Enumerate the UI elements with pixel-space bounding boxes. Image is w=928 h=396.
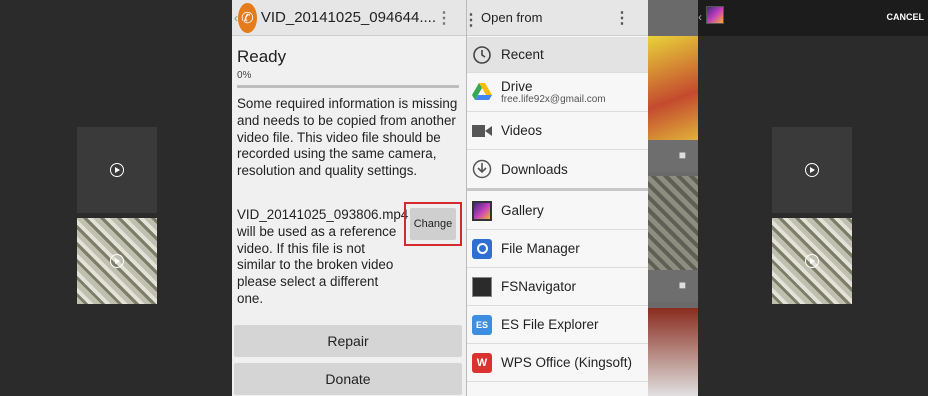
gallery-icon [471, 200, 493, 222]
play-icon [805, 254, 819, 268]
sheet-item-file-manager[interactable]: File Manager [467, 230, 649, 268]
reference-text: VID_20141025_093806.mp4 will be used as … [237, 207, 409, 306]
background-gallery-strip: ■ ■ [648, 0, 698, 396]
progress-bar [237, 85, 459, 88]
sheet-item-label: File Manager [501, 241, 580, 256]
play-icon [110, 163, 124, 177]
video-thumbnail[interactable] [772, 127, 852, 213]
download-icon [471, 158, 493, 180]
right-gallery [698, 0, 928, 396]
file-manager-icon [471, 238, 493, 260]
app-title: VID_20141025_094644.... [260, 9, 436, 26]
play-icon [805, 163, 819, 177]
sheet-item-label: WPS Office (Kingsoft) [501, 355, 633, 370]
video-caption-bar: ■ [648, 270, 698, 302]
sheet-item-label: Gallery [501, 203, 544, 218]
repair-app-panel: ‹ ✆ VID_20141025_094644.... ⋮ Ready 0% S… [232, 0, 466, 396]
sheet-item-label: Recent [501, 47, 544, 62]
video-thumbnail[interactable] [77, 127, 157, 213]
gallery-tile [648, 176, 698, 270]
play-icon [110, 254, 124, 268]
donate-button[interactable]: Donate [234, 363, 462, 395]
sheet-item-label: Videos [501, 123, 543, 138]
progress-text: 0% [237, 70, 252, 81]
sheet-item-drive[interactable]: Drive free.life92x@gmail.com [467, 73, 649, 112]
open-from-sheet: Open from ⋮ ⋮ Recent Drive free.life92x@… [463, 0, 649, 396]
sheet-item-label: Downloads [501, 161, 568, 177]
gallery-tile [648, 36, 698, 140]
sheet-item-downloads[interactable]: Downloads [467, 150, 649, 188]
video-icon [471, 120, 493, 142]
back-chevron-icon[interactable]: ‹ [698, 10, 702, 24]
drawer-overflow-icon[interactable]: ⋮ [463, 10, 479, 30]
change-highlight: Change [404, 202, 462, 246]
change-button[interactable]: Change [410, 208, 456, 240]
drive-account: free.life92x@gmail.com [501, 94, 606, 105]
video-thumbnail[interactable] [772, 218, 852, 304]
gallery-app-icon [706, 6, 724, 24]
sheet-item-label: FSNavigator [501, 279, 577, 294]
fsnavigator-icon [471, 276, 493, 298]
sheet-divider [467, 188, 649, 191]
sheet-item-es-file-explorer[interactable]: ES ES File Explorer [467, 306, 649, 344]
left-gallery [0, 0, 232, 396]
app-bar: ‹ ✆ VID_20141025_094644.... ⋮ [232, 0, 466, 36]
sheet-header: Open from ⋮ [467, 0, 648, 36]
gallery-tile [648, 308, 698, 396]
sheet-item-label: ES File Explorer [501, 317, 599, 332]
sheet-item-wps-office[interactable]: W WPS Office (Kingsoft) [467, 344, 649, 382]
video-camera-icon: ■ [678, 278, 686, 292]
video-thumbnail[interactable] [77, 218, 157, 304]
es-file-explorer-icon: ES [471, 314, 493, 336]
status-label: Ready [237, 47, 287, 66]
app-logo-icon: ✆ [238, 2, 257, 33]
info-text: Some required information is missing and… [237, 96, 458, 179]
clock-icon [471, 44, 493, 66]
sheet-item-fsnavigator[interactable]: FSNavigator [467, 268, 649, 306]
sheet-item-gallery[interactable]: Gallery [467, 192, 649, 230]
overflow-menu-icon[interactable]: ⋮ [436, 8, 452, 28]
sheet-item-recent[interactable]: Recent [467, 37, 649, 73]
video-caption-bar: ■ [648, 140, 698, 172]
drive-icon [471, 81, 493, 103]
right-toolbar: ‹ CANCEL [698, 0, 928, 36]
sheet-title: Open from [481, 10, 543, 25]
cancel-button[interactable]: CANCEL [887, 12, 925, 22]
sheet-item-label: Drive [501, 79, 533, 94]
video-camera-icon: ■ [678, 148, 686, 162]
wps-office-icon: W [471, 352, 493, 374]
repair-button[interactable]: Repair [234, 325, 462, 357]
screen: ‹ ✆ VID_20141025_094644.... ⋮ Ready 0% S… [0, 0, 928, 396]
sheet-overflow-icon[interactable]: ⋮ [614, 8, 630, 28]
sheet-item-videos[interactable]: Videos [467, 112, 649, 150]
